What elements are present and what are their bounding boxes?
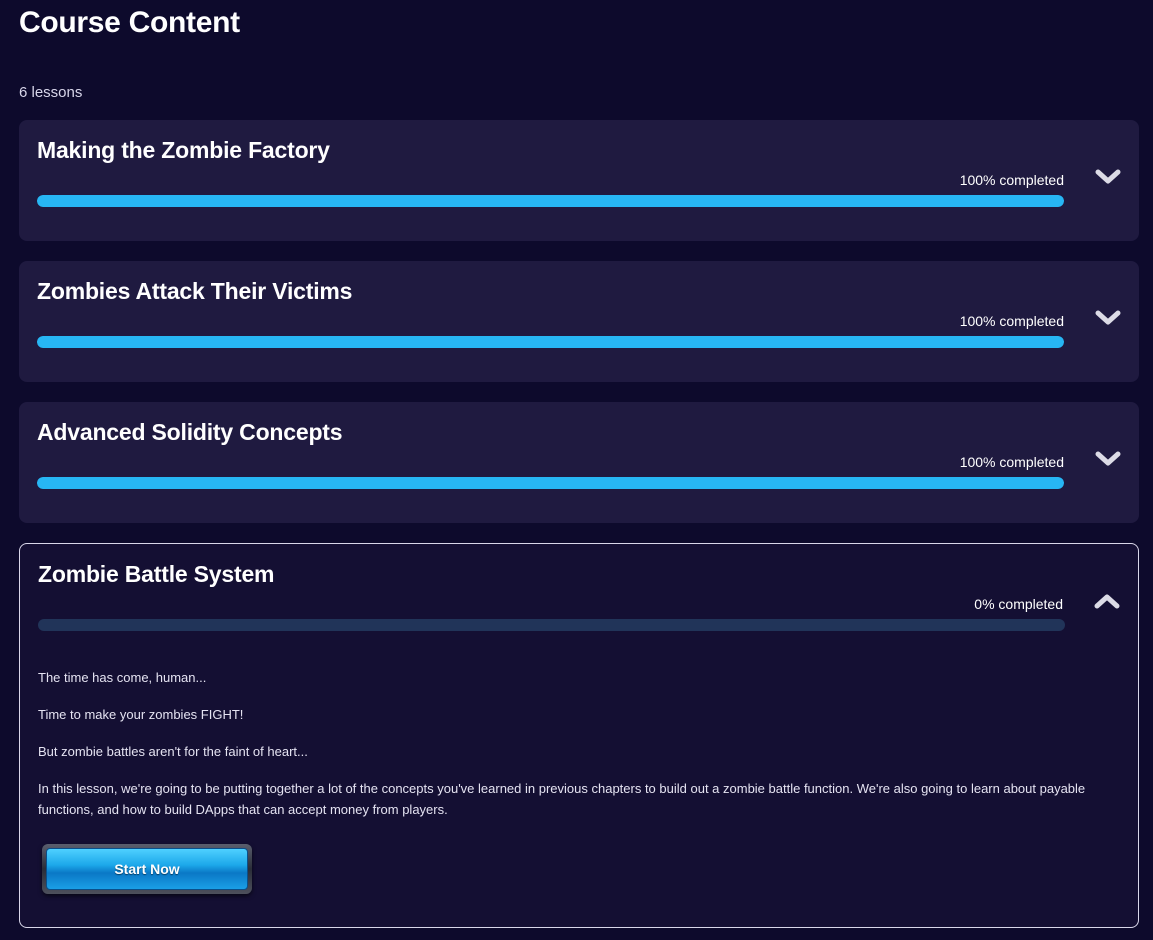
course-content-page: Course Content 6 lessons Making the Zomb… bbox=[0, 0, 1153, 940]
lesson-card[interactable]: Advanced Solidity Concepts 100% complete… bbox=[19, 402, 1139, 523]
description-paragraph: Time to make your zombies FIGHT! bbox=[38, 707, 244, 722]
progress-fill bbox=[37, 336, 1064, 348]
chevron-down-icon[interactable] bbox=[1095, 450, 1121, 468]
progress-label: 100% completed bbox=[959, 454, 1064, 470]
progress-label: 0% completed bbox=[974, 596, 1063, 612]
lesson-description: The time has come, human... Time to make… bbox=[38, 667, 1128, 836]
chevron-up-icon[interactable] bbox=[1094, 592, 1120, 610]
lesson-card[interactable]: Making the Zombie Factory 100% completed bbox=[19, 120, 1139, 241]
description-paragraph: But zombie battles aren't for the faint … bbox=[38, 744, 308, 759]
lesson-title: Advanced Solidity Concepts bbox=[37, 419, 343, 445]
page-title: Course Content bbox=[19, 6, 240, 39]
lesson-card[interactable]: Zombies Attack Their Victims 100% comple… bbox=[19, 261, 1139, 382]
progress-bar bbox=[37, 195, 1064, 207]
chevron-down-icon[interactable] bbox=[1095, 309, 1121, 327]
progress-bar bbox=[37, 477, 1064, 489]
start-now-button-label: Start Now bbox=[46, 848, 248, 890]
lesson-title: Zombies Attack Their Victims bbox=[37, 278, 353, 304]
description-paragraph: In this lesson, we're going to be puttin… bbox=[38, 781, 1086, 817]
chevron-down-icon[interactable] bbox=[1095, 168, 1121, 186]
description-paragraph: The time has come, human... bbox=[38, 670, 207, 685]
progress-fill bbox=[37, 195, 1064, 207]
progress-label: 100% completed bbox=[959, 313, 1064, 329]
lesson-card-expanded[interactable]: Zombie Battle System 0% completed The ti… bbox=[19, 543, 1139, 928]
progress-bar bbox=[37, 336, 1064, 348]
progress-fill bbox=[37, 477, 1064, 489]
progress-bar bbox=[38, 619, 1065, 631]
lesson-title: Making the Zombie Factory bbox=[37, 137, 330, 163]
lesson-title: Zombie Battle System bbox=[38, 561, 275, 587]
start-now-button[interactable]: Start Now bbox=[42, 844, 252, 894]
lesson-count: 6 lessons bbox=[19, 84, 83, 101]
progress-label: 100% completed bbox=[959, 172, 1064, 188]
